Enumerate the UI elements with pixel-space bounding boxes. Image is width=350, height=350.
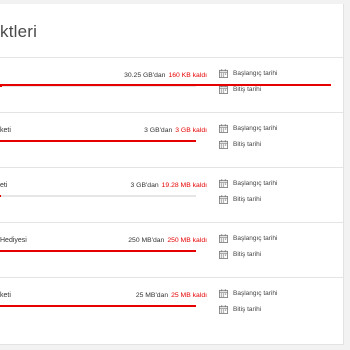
end-date-label: Bitiş tarihi [233,305,262,313]
package-name: keti [0,292,11,299]
row-divider [0,277,343,278]
usage-total: 30.25 GB'dan [124,72,166,79]
start-date: Başlangıç tarihi [219,68,277,78]
end-date-label: Bitiş tarihi [233,140,262,148]
package-row[interactable]: keti 25 MB'dan 25 MB kaldı Başlangıç tari… [0,282,343,338]
package-name: keti [0,127,11,134]
usage-text: 3 GB'dan 19.28 MB kaldı [131,182,207,189]
end-date: Bitiş tarihi [219,249,261,259]
usage-total: 250 MB'dan [128,237,165,244]
package-row[interactable]: eti 3 GB'dan 19.28 MB kaldı Başlangıç tar… [0,172,343,228]
usage-text: 250 MB'dan 250 MB kaldı [128,237,207,244]
end-date-label: Bitiş tarihi [233,195,262,203]
package-row[interactable]: keti 3 GB'dan 3 GB kaldı Başlangıç tarihi… [0,117,343,173]
end-date: Bitiş tarihi [219,194,261,204]
highlight-line [0,84,331,86]
calendar-icon [219,194,228,204]
usage-bar-fill [0,140,196,142]
usage-text: 25 MB'dan 25 MB kaldı [136,292,207,299]
usage-remaining: 25 MB kaldı [171,292,207,299]
header-divider [0,57,343,58]
usage-total: 3 GB'dan [130,182,159,189]
package-row[interactable]: Hediyesi 250 MB'dan 250 MB kaldı Başlangı… [0,227,343,283]
package-row[interactable]: 30.25 GB'dan 160 KB kaldı Başlangıç tarih… [0,62,343,118]
end-date: Bitiş tarihi [219,139,261,149]
usage-bar [0,250,196,252]
start-date-label: Başlangıç tarihi [233,179,278,187]
page-title: ktleri [0,22,38,41]
usage-bar [0,195,196,197]
calendar-icon [219,233,228,243]
usage-total: 25 MB'dan [135,292,169,299]
end-date: Bitiş tarihi [219,304,261,314]
calendar-icon [219,304,228,314]
start-date: Başlangıç tarihi [219,233,277,243]
usage-remaining: 160 KB kaldı [168,72,207,79]
start-date: Başlangıç tarihi [219,288,277,298]
calendar-icon [219,123,228,133]
usage-bar [0,305,196,307]
usage-remaining: 19.28 MB kaldı [161,182,207,189]
start-date: Başlangıç tarihi [219,178,277,188]
package-name: Hediyesi [0,237,27,244]
start-date-label: Başlangıç tarihi [233,69,278,77]
usage-bar-fill [0,305,196,307]
usage-bar-fill [0,250,196,252]
row-divider [0,167,343,168]
calendar-icon [219,68,228,78]
calendar-icon [219,288,228,298]
end-date-label: Bitiş tarihi [233,85,262,93]
usage-text: 30.25 GB'dan 160 KB kaldı [124,72,207,79]
calendar-icon [219,249,228,259]
usage-remaining: 250 MB kaldı [167,237,207,244]
start-date-label: Başlangıç tarihi [233,289,278,297]
end-date-label: Bitiş tarihi [233,250,262,258]
usage-bar-fill [0,195,2,197]
calendar-icon [219,178,228,188]
row-divider [0,222,343,223]
usage-total: 3 GB'dan [144,127,173,134]
start-date: Başlangıç tarihi [219,123,277,133]
calendar-icon [219,139,228,149]
start-date-label: Başlangıç tarihi [233,234,278,242]
package-name: eti [0,182,8,189]
packages-card: ktleri 30.25 GB'dan 160 KB kaldı Başlangı… [0,4,344,345]
start-date-label: Başlangıç tarihi [233,124,278,132]
row-divider [0,112,343,113]
usage-bar [0,140,196,142]
usage-remaining: 3 GB kaldı [175,127,207,134]
usage-text: 3 GB'dan 3 GB kaldı [144,127,207,134]
